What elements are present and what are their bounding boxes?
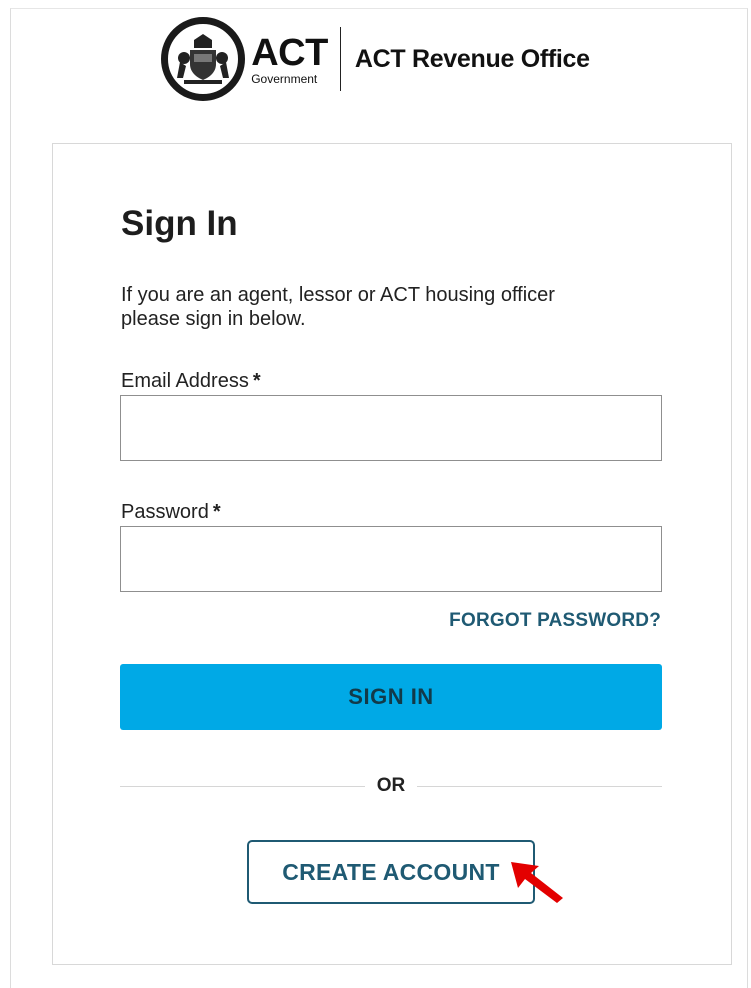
password-label-text: Password (121, 501, 209, 523)
page-title: Sign In (121, 204, 238, 243)
logo-government-text: Government (251, 71, 318, 86)
required-marker: * (252, 370, 261, 392)
office-name: ACT Revenue Office (354, 44, 590, 73)
email-label: Email Address * (121, 370, 261, 393)
password-label: Password * (121, 501, 221, 524)
site-header: ACT Government ACT Revenue Office (0, 14, 751, 104)
forgot-password-link[interactable]: FORGOT PASSWORD? (449, 610, 661, 632)
separator-line-right (417, 785, 662, 787)
email-label-text: Email Address (121, 370, 249, 392)
required-marker: * (212, 501, 221, 523)
password-field[interactable] (120, 526, 662, 592)
act-coat-of-arms-icon (161, 17, 246, 101)
logo-divider (339, 27, 341, 91)
intro-line-2: please sign in below. (121, 308, 306, 330)
sign-in-button[interactable]: SIGN IN (120, 664, 662, 730)
or-separator: OR (120, 774, 662, 798)
create-account-button[interactable]: CREATE ACCOUNT (247, 840, 535, 904)
red-arrow-pointer-icon (511, 862, 563, 903)
logo-act-text: ACT (251, 31, 328, 74)
act-government-logo[interactable]: ACT Government ACT Revenue Office (161, 17, 590, 101)
or-text: OR (376, 775, 406, 796)
sign-in-card: Sign In If you are an agent, lessor or A… (52, 143, 732, 965)
intro-line-1: If you are an agent, lessor or ACT housi… (121, 284, 555, 306)
intro-text: If you are an agent, lessor or ACT housi… (121, 283, 641, 331)
email-field[interactable] (120, 395, 662, 461)
separator-line-left (120, 785, 365, 787)
